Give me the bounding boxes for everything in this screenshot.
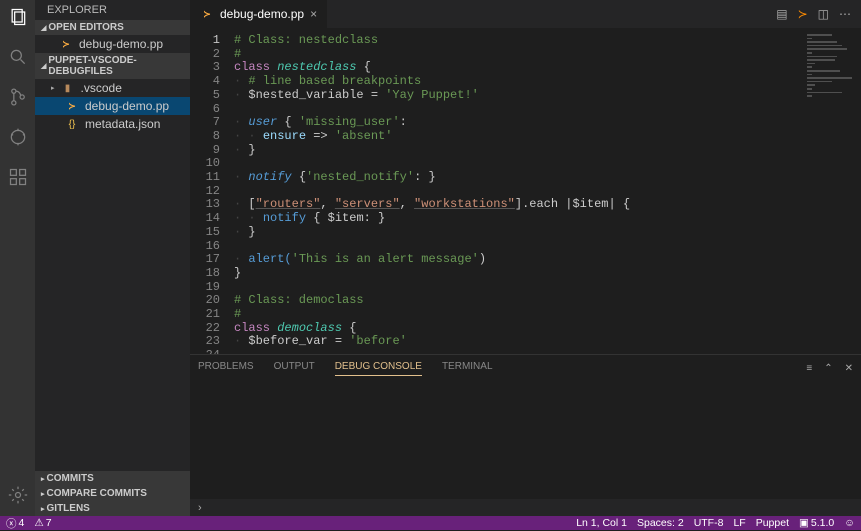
tab-debug-demo[interactable]: ≻ debug-demo.pp × (190, 0, 328, 28)
tab-terminal[interactable]: TERMINAL (442, 361, 493, 375)
puppet-file-icon: ≻ (200, 7, 214, 21)
line-numbers: 1234567891011121314151617181920212223242… (190, 28, 228, 354)
commits-header[interactable]: ▸COMMITS (35, 471, 190, 486)
split-editor-icon[interactable]: ◫ (818, 7, 829, 21)
file-item-debug-demo[interactable]: ≻debug-demo.pp (35, 97, 190, 115)
file-item-metadata[interactable]: {}metadata.json (35, 115, 190, 133)
editor-tabs: ≻ debug-demo.pp × ▤ ≻ ◫ ⋯ (190, 0, 861, 28)
gitlens-header[interactable]: ▸GITLENS (35, 501, 190, 516)
sidebar-title: EXPLORER (35, 0, 190, 20)
panel-tabs: PROBLEMS OUTPUT DEBUG CONSOLE TERMINAL ≡… (190, 355, 861, 381)
tab-output[interactable]: OUTPUT (274, 361, 315, 375)
debug-console-body[interactable] (190, 381, 861, 499)
status-encoding[interactable]: UTF-8 (694, 517, 724, 529)
more-icon[interactable]: ⋯ (839, 7, 851, 21)
action-icon[interactable]: ≻ (798, 7, 808, 21)
status-spaces[interactable]: Spaces: 2 (637, 517, 684, 529)
folder-item-vscode[interactable]: ▸▮.vscode (35, 79, 190, 97)
open-editor-item[interactable]: ≻debug-demo.pp (35, 35, 190, 53)
status-language[interactable]: Puppet (756, 517, 789, 529)
status-bar: ⓧ 4 ⚠ 7 Ln 1, Col 1 Spaces: 2 UTF-8 LF P… (0, 516, 861, 530)
filter-icon[interactable]: ≡ (806, 363, 812, 374)
extensions-icon[interactable] (7, 166, 29, 188)
tab-problems[interactable]: PROBLEMS (198, 361, 254, 375)
explorer-sidebar: EXPLORER ◢OPEN EDITORS ≻debug-demo.pp ◢P… (35, 0, 190, 516)
open-editors-header[interactable]: ◢OPEN EDITORS (35, 20, 190, 35)
debug-icon[interactable] (7, 126, 29, 148)
editor-actions: ▤ ≻ ◫ ⋯ (776, 0, 861, 28)
bottom-panel: PROBLEMS OUTPUT DEBUG CONSOLE TERMINAL ≡… (190, 354, 861, 499)
puppet-file-icon: ≻ (59, 37, 73, 51)
collapse-icon[interactable]: ⌃ (824, 363, 832, 374)
code-editor[interactable]: 1234567891011121314151617181920212223242… (190, 28, 861, 354)
preview-icon[interactable]: ▤ (776, 7, 787, 21)
workspace-header[interactable]: ◢PUPPET-VSCODE-DEBUGFILES (35, 53, 190, 79)
compare-commits-header[interactable]: ▸COMPARE COMMITS (35, 486, 190, 501)
tab-debug-console[interactable]: DEBUG CONSOLE (335, 361, 422, 376)
status-warnings[interactable]: ⚠ 7 (34, 517, 51, 529)
close-panel-icon[interactable]: ✕ (845, 363, 853, 374)
status-errors[interactable]: ⓧ 4 (6, 516, 24, 531)
source-control-icon[interactable] (7, 86, 29, 108)
explorer-icon[interactable] (7, 6, 29, 28)
status-cursor[interactable]: Ln 1, Col 1 (576, 517, 627, 529)
gear-icon[interactable] (7, 484, 29, 506)
editor-area: ≻ debug-demo.pp × ▤ ≻ ◫ ⋯ 12345678910111… (190, 0, 861, 516)
breadcrumb[interactable]: › (190, 499, 861, 516)
status-feedback-icon[interactable]: ☺ (844, 517, 855, 529)
json-file-icon: {} (65, 117, 79, 131)
minimap[interactable] (807, 34, 857, 104)
status-version[interactable]: ▣ 5.1.0 (799, 517, 834, 529)
puppet-file-icon: ≻ (65, 99, 79, 113)
status-eol[interactable]: LF (733, 517, 745, 529)
close-icon[interactable]: × (310, 7, 317, 21)
search-icon[interactable] (7, 46, 29, 68)
folder-icon: ▮ (61, 81, 75, 95)
code-content[interactable]: # Class: nestedclass#class nestedclass {… (228, 28, 861, 354)
activity-bar (0, 0, 35, 516)
